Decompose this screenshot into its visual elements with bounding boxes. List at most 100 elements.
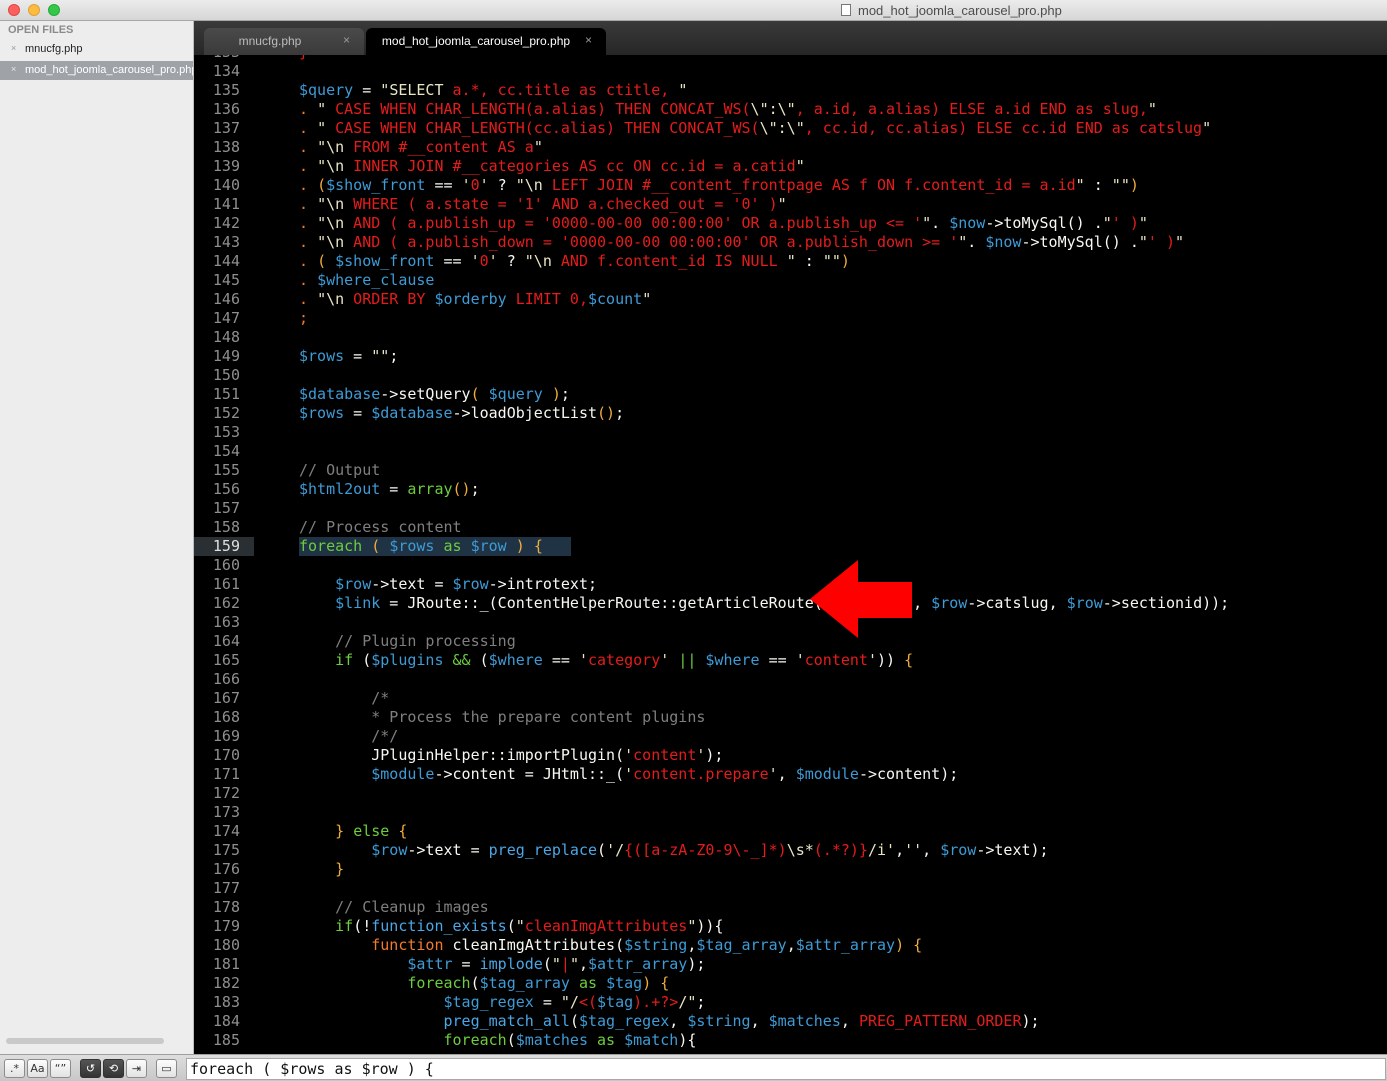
line-number: 168 — [212, 708, 240, 726]
line-number: 145 — [212, 271, 240, 289]
code-line: $database->setQuery( $query ); — [299, 385, 570, 403]
sidebar-file-label: mod_hot_joomla_carousel_pro.php — [25, 64, 193, 76]
window-zoom-button[interactable] — [48, 4, 60, 16]
whole-word-toggle-button[interactable]: “” — [50, 1059, 71, 1078]
reverse-direction-toggle-icon[interactable]: ↺ — [80, 1059, 101, 1078]
line-number: 154 — [212, 442, 240, 460]
code-line: . "\n AND ( a.publish_up = '0000-00-00 0… — [299, 214, 1148, 232]
code-line-active: foreach ( $rows as $row ) { — [299, 537, 543, 555]
code-line: foreach($matches as $match){ — [443, 1031, 697, 1049]
line-number: 161 — [212, 575, 240, 593]
code-line: $html2out = array(); — [299, 480, 480, 498]
line-number: 177 — [212, 879, 240, 897]
code-editor[interactable]: 1331341351361371381391401411421431441451… — [194, 55, 1387, 1054]
regex-toggle-button[interactable]: .* — [4, 1059, 25, 1078]
code-line: . $where_clause — [299, 271, 435, 289]
window-minimize-button[interactable] — [28, 4, 40, 16]
code-line: /* — [371, 689, 390, 707]
line-number: 185 — [212, 1031, 240, 1049]
code-line: $attr = implode("|",$attr_array); — [407, 955, 706, 973]
code-line: if(!function_exists("cleanImgAttributes"… — [335, 917, 724, 935]
wrap-toggle-icon[interactable]: ⟲ — [103, 1059, 124, 1078]
tab-label: mnucfg.php — [238, 34, 302, 48]
code-line: $row->text = preg_replace('/{([a-zA-Z0-9… — [371, 841, 1049, 859]
sidebar-scrollbar[interactable] — [6, 1038, 164, 1044]
line-number: 155 — [212, 461, 240, 479]
line-number: 165 — [212, 651, 240, 669]
line-number: 160 — [212, 556, 240, 574]
code-line: $rows = ""; — [299, 347, 399, 365]
line-number: 148 — [212, 328, 240, 346]
code-line: foreach($tag_array as $tag) { — [407, 974, 670, 992]
window-close-button[interactable] — [8, 4, 20, 16]
close-icon[interactable]: × — [585, 33, 592, 47]
line-number: 172 — [212, 784, 240, 802]
sidebar-file-carousel[interactable]: × mod_hot_joomla_carousel_pro.php — [0, 61, 193, 80]
code-line: . ($show_front == '0' ? "\n LEFT JOIN #_… — [299, 176, 1139, 194]
code-line: /*/ — [371, 727, 399, 745]
find-input[interactable]: foreach ( $rows as $row ) { — [186, 1058, 1386, 1080]
line-number: 140 — [212, 176, 240, 194]
tab-label: mod_hot_joomla_carousel_pro.php — [381, 34, 571, 48]
line-number: 163 — [212, 613, 240, 631]
line-number: 142 — [212, 214, 240, 232]
line-number: 179 — [212, 917, 240, 935]
line-number: 141 — [212, 195, 240, 213]
line-number: 176 — [212, 860, 240, 878]
line-number: 184 — [212, 1012, 240, 1030]
code-line: $module->content = JHtml::_('content.pre… — [371, 765, 959, 783]
code-line: $tag_regex = "/<($tag).+?>/"; — [443, 993, 706, 1011]
code-line: // Plugin processing — [335, 632, 516, 650]
line-number: 171 — [212, 765, 240, 783]
code-line: ; — [299, 309, 309, 327]
line-number: 156 — [212, 480, 240, 498]
line-number: 166 — [212, 670, 240, 688]
line-number: 136 — [212, 100, 240, 118]
sidebar-file-mnucfg[interactable]: × mnucfg.php — [0, 40, 193, 59]
line-number: 151 — [212, 385, 240, 403]
case-sensitive-toggle-button[interactable]: Aa — [27, 1059, 48, 1078]
line-number: 147 — [212, 309, 240, 327]
highlight-matches-toggle-icon[interactable]: ▭ — [156, 1059, 177, 1078]
in-selection-toggle-icon[interactable]: ⇥ — [126, 1059, 147, 1078]
code-line: . ( $show_front == '0' ? "\n AND f.conte… — [299, 252, 850, 270]
code-line: } — [299, 55, 308, 62]
line-number-gutter: 1331341351361371381391401411421431441451… — [194, 55, 256, 1054]
tab-bar: mnucfg.php × mod_hot_joomla_carousel_pro… — [194, 21, 1387, 55]
line-number: 180 — [212, 936, 240, 954]
window-titlebar: mod_hot_joomla_carousel_pro.php — [0, 0, 1387, 21]
code-line: } else { — [335, 822, 408, 840]
line-number: 182 — [212, 974, 240, 992]
line-number: 144 — [212, 252, 240, 270]
code-line: if ($plugins && ($where == 'category' ||… — [335, 651, 914, 669]
line-number: 173 — [212, 803, 240, 821]
code-line: $row->text = $row->introtext; — [335, 575, 598, 593]
code-line: . "\n WHERE ( a.state = '1' AND a.checke… — [299, 195, 787, 213]
code-line: $query = "SELECT a.*, cc.title as ctitle… — [299, 81, 688, 99]
line-number: 158 — [212, 518, 240, 536]
tab-carousel[interactable]: mod_hot_joomla_carousel_pro.php × — [366, 28, 606, 55]
line-number: 175 — [212, 841, 240, 859]
line-number: 162 — [212, 594, 240, 612]
document-icon — [841, 4, 851, 16]
line-number: 164 — [212, 632, 240, 650]
line-number: 139 — [212, 157, 240, 175]
open-files-header: OPEN FILES — [8, 24, 74, 36]
code-line: * Process the prepare content plugins — [371, 708, 706, 726]
close-icon[interactable]: × — [11, 64, 16, 74]
sidebar-file-label: mnucfg.php — [25, 43, 83, 55]
close-icon[interactable]: × — [11, 43, 16, 53]
code-line: // Cleanup images — [335, 898, 489, 916]
sidebar: OPEN FILES × mnucfg.php × mod_hot_joomla… — [0, 21, 194, 1054]
line-number: 159 — [212, 537, 240, 555]
tab-mnucfg[interactable]: mnucfg.php × — [204, 28, 364, 55]
line-number: 170 — [212, 746, 240, 764]
code-line: preg_match_all($tag_regex, $string, $mat… — [443, 1012, 1040, 1030]
code-line: JPluginHelper::importPlugin('content'); — [299, 746, 724, 764]
code-line: . " CASE WHEN CHAR_LENGTH(cc.alias) THEN… — [299, 119, 1212, 137]
code-line: $link = JRoute::_(ContentHelperRoute::ge… — [335, 594, 1230, 612]
line-number: 150 — [212, 366, 240, 384]
line-number: 181 — [212, 955, 240, 973]
code-line: } — [335, 860, 345, 878]
window-title: mod_hot_joomla_carousel_pro.php — [858, 3, 1062, 18]
